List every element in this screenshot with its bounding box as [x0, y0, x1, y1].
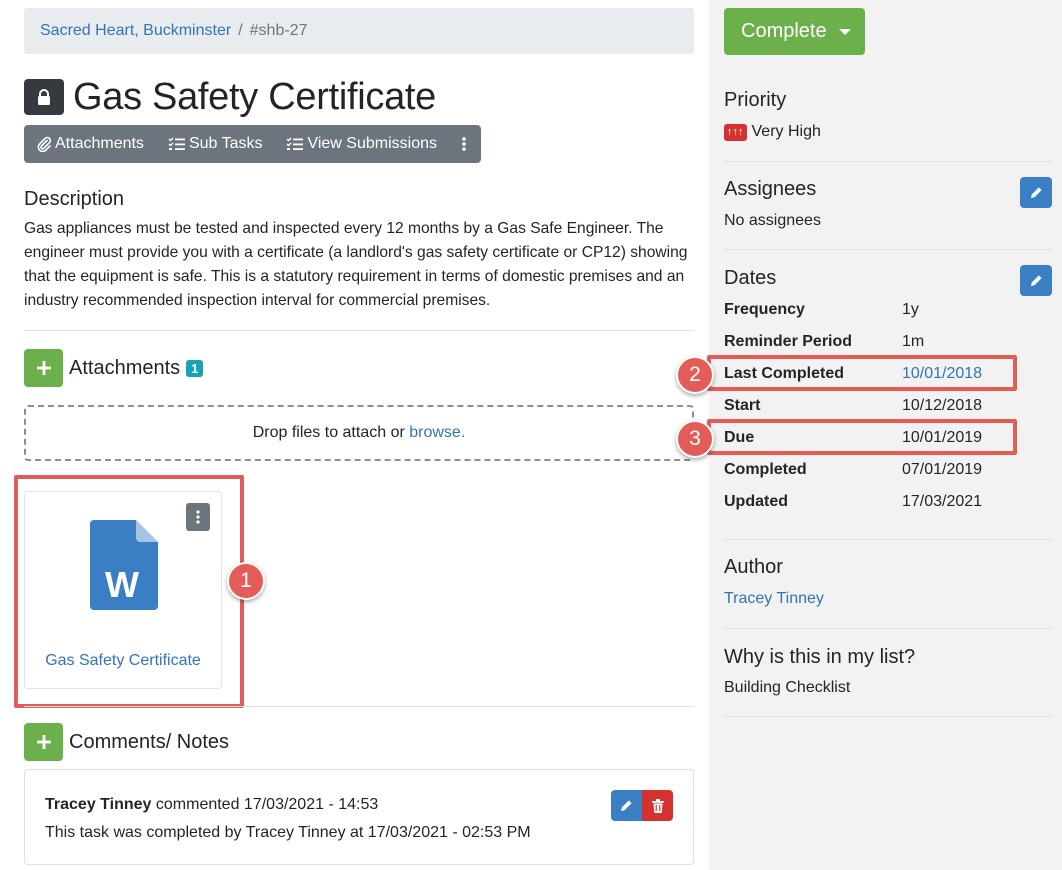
pencil-icon	[620, 800, 632, 812]
divider	[724, 628, 1052, 629]
date-label: Reminder Period	[724, 333, 853, 350]
divider	[724, 716, 1052, 717]
edit-dates-button[interactable]	[1020, 265, 1052, 296]
date-value: 07/01/2019	[902, 461, 983, 478]
priority-heading: Priority	[724, 89, 787, 111]
comment-item: Tracey Tinney commented 17/03/2021 - 14:…	[24, 769, 694, 865]
breadcrumb-current: #shb-27	[249, 22, 308, 39]
complete-dropdown-button[interactable]: Complete	[724, 8, 865, 55]
main-content: Sacred Heart, Buckminster / #shb-27 Gas …	[14, 8, 694, 865]
divider	[24, 330, 694, 331]
edit-assignees-button[interactable]	[1020, 177, 1052, 208]
dropzone-text: Drop files to attach or	[252, 424, 405, 441]
caret-down-icon	[838, 28, 851, 35]
word-icon-letter: W	[105, 564, 139, 605]
plus-icon	[36, 735, 51, 749]
date-row-reminder-period: Reminder Period 1m	[724, 333, 1054, 355]
word-document-icon: W	[90, 520, 158, 610]
priority-value-row: ↑↑↑ Very High	[724, 123, 821, 141]
browse-link[interactable]: browse.	[409, 424, 465, 442]
date-label: Frequency	[724, 301, 805, 318]
date-row-completed: Completed 07/01/2019	[724, 461, 1054, 483]
callout-marker-2: 2	[676, 356, 714, 394]
comment-actions	[611, 790, 673, 821]
date-value: 1y	[902, 301, 919, 318]
priority-badge: ↑↑↑	[724, 123, 747, 141]
view-submissions-button-label: View Submissions	[307, 135, 438, 152]
attachment-file-link[interactable]: Gas Safety Certificate	[25, 652, 221, 670]
sub-tasks-button[interactable]: Sub Tasks	[168, 135, 287, 153]
date-value: 1m	[902, 333, 925, 350]
comment-meta: commented 17/03/2021 - 14:53	[151, 796, 379, 813]
lock-icon	[24, 79, 64, 115]
add-attachment-button[interactable]	[24, 349, 63, 387]
task-toolbar: Attachments Sub Tasks View Submissions	[24, 125, 482, 163]
assignees-value: No assignees	[724, 212, 821, 229]
page-title: Gas Safety Certificate	[73, 75, 436, 118]
attachments-button[interactable]: Attachments	[36, 135, 168, 153]
date-value: 17/03/2021	[902, 493, 983, 510]
dates-heading: Dates	[724, 267, 777, 289]
date-row-frequency: Frequency 1y	[724, 301, 1054, 323]
delete-comment-button[interactable]	[642, 790, 673, 821]
paperclip-icon	[37, 136, 52, 152]
breadcrumb-separator: /	[238, 22, 243, 39]
priority-value: Very High	[751, 123, 821, 140]
trash-icon	[651, 798, 664, 813]
callout-marker-1: 1	[227, 562, 265, 600]
comments-header: Comments/ Notes	[24, 723, 229, 761]
attachments-header: Attachments 1	[24, 349, 694, 387]
date-value: 10/12/2018	[902, 397, 983, 414]
pencil-icon	[1030, 187, 1042, 199]
comment-author: Tracey Tinney	[45, 796, 152, 813]
more-options-icon[interactable]	[461, 136, 475, 152]
divider	[24, 706, 694, 707]
attachments-heading: Attachments	[69, 356, 181, 379]
complete-button-label: Complete	[741, 20, 827, 42]
comment-text: This task was completed by Tracey Tinney…	[45, 824, 531, 841]
checklist-icon	[168, 137, 185, 150]
why-value: Building Checklist	[724, 679, 851, 696]
attachment-card[interactable]: W Gas Safety Certificate	[24, 491, 222, 689]
file-options-icon[interactable]	[186, 503, 210, 531]
date-row-start: Start 10/12/2018	[724, 397, 1054, 419]
divider	[724, 161, 1052, 162]
divider	[724, 249, 1052, 250]
author-heading: Author	[724, 556, 783, 578]
date-label: Completed	[724, 461, 807, 478]
description-text: Gas appliances must be tested and inspec…	[24, 220, 688, 309]
breadcrumb: Sacred Heart, Buckminster / #shb-27	[24, 8, 694, 54]
add-comment-button[interactable]	[24, 723, 63, 761]
date-row-updated: Updated 17/03/2021	[724, 493, 1054, 515]
author-link[interactable]: Tracey Tinney	[724, 590, 824, 608]
checklist-icon	[286, 137, 304, 150]
attachments-count-badge: 1	[186, 359, 204, 377]
title-row: Gas Safety Certificate	[24, 76, 694, 118]
view-submissions-button[interactable]: View Submissions	[286, 135, 461, 153]
plus-icon	[36, 361, 51, 375]
comments-heading: Comments/ Notes	[69, 730, 230, 753]
edit-comment-button[interactable]	[611, 790, 642, 821]
callout-marker-3: 3	[676, 420, 714, 458]
file-dropzone[interactable]: Drop files to attach or browse.	[24, 405, 694, 461]
comment-header: Tracey Tinney commented 17/03/2021 - 14:…	[45, 796, 378, 814]
attachments-button-label: Attachments	[55, 135, 144, 152]
assignees-heading: Assignees	[724, 178, 817, 200]
pencil-icon	[1030, 275, 1042, 287]
highlight-box	[707, 419, 1017, 455]
date-label: Start	[724, 397, 761, 414]
highlight-box: W Gas Safety Certificate	[14, 475, 244, 708]
date-label: Updated	[724, 493, 788, 510]
divider	[724, 539, 1052, 540]
why-heading: Why is this in my list?	[724, 646, 916, 668]
highlight-box	[707, 355, 1017, 391]
breadcrumb-parent-link[interactable]: Sacred Heart, Buckminster	[40, 22, 231, 40]
description-heading: Description	[24, 188, 125, 210]
sub-tasks-button-label: Sub Tasks	[188, 135, 263, 152]
